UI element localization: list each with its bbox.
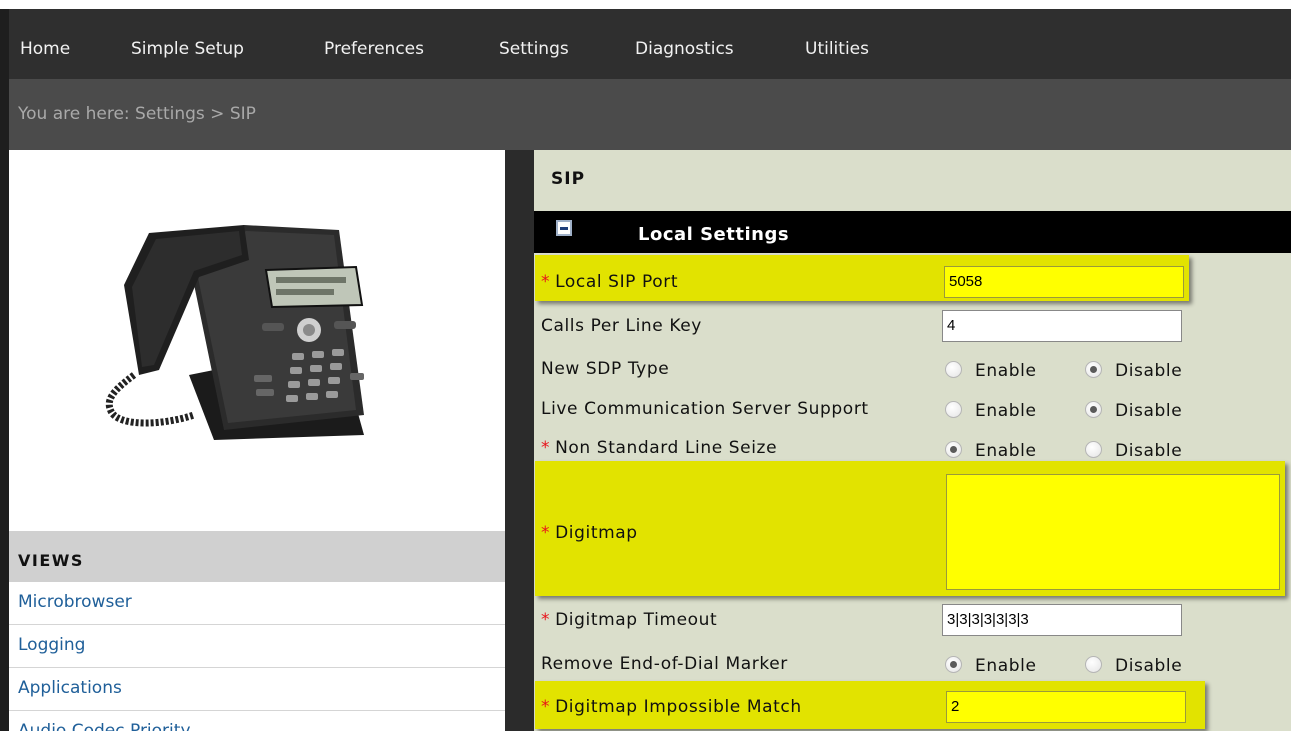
digitmap-timeout-label: * Digitmap Timeout xyxy=(541,610,717,630)
view-label: Audio Codec Priority xyxy=(18,721,191,731)
radio-label-enable: Enable xyxy=(975,401,1037,421)
phone-image xyxy=(105,225,364,440)
radio-label-disable: Disable xyxy=(1115,656,1183,676)
label-text: Non Standard Line Seize xyxy=(555,438,778,458)
views-header: VIEWS xyxy=(9,531,505,582)
breadcrumb: You are here: Settings > SIP xyxy=(18,104,256,124)
nav-simple-setup[interactable]: Simple Setup xyxy=(131,9,244,79)
settings-panel: SIP Local Settings * Local SIP Port 5058 … xyxy=(534,150,1291,731)
required-marker: * xyxy=(541,523,551,543)
panel-gap xyxy=(505,150,534,731)
nav-diagnostics[interactable]: Diagnostics xyxy=(635,9,734,79)
lcs-support-disable-radio[interactable] xyxy=(1085,401,1102,418)
required-marker: * xyxy=(541,438,551,458)
view-applications[interactable]: Applications xyxy=(9,668,505,711)
calls-per-line-key-input[interactable]: 4 xyxy=(942,310,1182,342)
digitmap-label: * Digitmap xyxy=(541,523,638,543)
radio-label-disable: Disable xyxy=(1115,401,1183,421)
nav-preferences[interactable]: Preferences xyxy=(324,9,424,79)
radio-label-disable: Disable xyxy=(1115,361,1183,381)
new-sdp-type-disable-radio[interactable] xyxy=(1085,361,1102,378)
required-marker: * xyxy=(541,610,551,630)
nav-settings[interactable]: Settings xyxy=(499,9,569,79)
radio-label-enable: Enable xyxy=(975,361,1037,381)
lcs-support-enable-radio[interactable] xyxy=(945,401,962,418)
section-title: Local Settings xyxy=(638,224,790,245)
left-border xyxy=(0,9,9,731)
breadcrumb-bar: You are here: Settings > SIP xyxy=(9,79,1291,150)
digitmap-textarea[interactable] xyxy=(946,474,1280,590)
non-standard-line-seize-enable-radio[interactable] xyxy=(945,441,962,458)
collapse-icon[interactable] xyxy=(556,220,572,236)
view-microbrowser[interactable]: Microbrowser xyxy=(9,582,505,625)
radio-label-enable: Enable xyxy=(975,441,1037,461)
label-text: Digitmap Timeout xyxy=(555,610,718,630)
new-sdp-type-label: New SDP Type xyxy=(541,359,670,379)
remove-eod-marker-enable-radio[interactable] xyxy=(945,656,962,673)
non-standard-line-seize-disable-radio[interactable] xyxy=(1085,441,1102,458)
view-logging[interactable]: Logging xyxy=(9,625,505,668)
view-label: Logging xyxy=(18,635,86,655)
radio-label-enable: Enable xyxy=(975,656,1037,676)
page-title: SIP xyxy=(551,169,586,189)
remove-eod-marker-disable-radio[interactable] xyxy=(1085,656,1102,673)
radio-label-disable: Disable xyxy=(1115,441,1183,461)
digitmap-impossible-match-input[interactable]: 2 xyxy=(946,691,1186,723)
top-nav: Home Simple Setup Preferences Settings D… xyxy=(9,9,1291,79)
label-text: Local SIP Port xyxy=(555,272,679,292)
new-sdp-type-enable-radio[interactable] xyxy=(945,361,962,378)
lcs-support-label: Live Communication Server Support xyxy=(541,399,869,419)
digitmap-timeout-input[interactable]: 3|3|3|3|3|3|3 xyxy=(942,604,1182,636)
nav-home[interactable]: Home xyxy=(20,9,70,79)
required-marker: * xyxy=(541,697,551,717)
non-standard-line-seize-label: * Non Standard Line Seize xyxy=(541,438,777,458)
calls-per-line-key-label: Calls Per Line Key xyxy=(541,316,702,336)
local-sip-port-input[interactable]: 5058 xyxy=(944,266,1184,298)
view-label: Microbrowser xyxy=(18,592,132,612)
remove-eod-marker-label: Remove End-of-Dial Marker xyxy=(541,654,788,674)
label-text: Digitmap Impossible Match xyxy=(555,697,802,717)
local-sip-port-label: * Local SIP Port xyxy=(541,272,678,292)
required-marker: * xyxy=(541,272,551,292)
label-text: Digitmap xyxy=(555,523,638,543)
section-header-local-settings[interactable]: Local Settings xyxy=(534,211,1291,253)
digitmap-impossible-match-label: * Digitmap Impossible Match xyxy=(541,697,802,717)
left-panel: VIEWS Microbrowser Logging Applications … xyxy=(9,150,505,731)
view-audio-codec-priority[interactable]: Audio Codec Priority xyxy=(9,711,505,731)
nav-utilities[interactable]: Utilities xyxy=(805,9,869,79)
view-label: Applications xyxy=(18,678,122,698)
top-border xyxy=(0,0,1291,9)
